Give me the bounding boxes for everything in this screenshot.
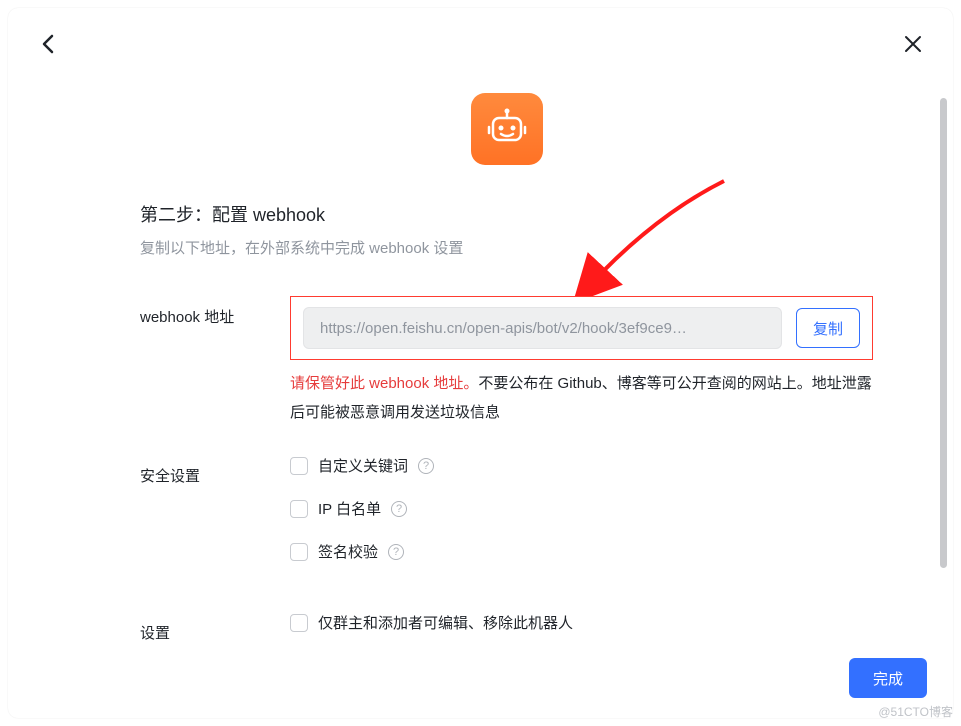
- security-content: 自定义关键词 ? IP 白名单 ? 签名校验 ?: [290, 455, 873, 584]
- webhook-label: webhook 地址: [140, 296, 290, 327]
- settings-content: 仅群主和添加者可编辑、移除此机器人: [290, 612, 873, 644]
- checkbox-sign[interactable]: [290, 543, 308, 561]
- security-option-ip: IP 白名单 ?: [290, 498, 873, 519]
- checkbox-ip[interactable]: [290, 500, 308, 518]
- step-subtitle: 复制以下地址，在外部系统中完成 webhook 设置: [140, 237, 873, 258]
- settings-row: 设置 仅群主和添加者可编辑、移除此机器人: [140, 612, 873, 644]
- modal-header: [8, 8, 953, 68]
- robot-glyph-icon: [485, 107, 529, 151]
- webhook-highlight-box: https://open.feishu.cn/open-apis/bot/v2/…: [290, 296, 873, 360]
- watermark-text: @51CTO博客: [878, 703, 953, 720]
- back-button[interactable]: [34, 30, 62, 58]
- help-icon[interactable]: ?: [388, 544, 404, 560]
- webhook-url-field[interactable]: https://open.feishu.cn/open-apis/bot/v2/…: [303, 307, 782, 349]
- modal-body: 第二步：配置 webhook 复制以下地址，在外部系统中完成 webhook 设…: [8, 68, 953, 644]
- config-modal: 第二步：配置 webhook 复制以下地址，在外部系统中完成 webhook 设…: [8, 8, 953, 718]
- checkbox-owner[interactable]: [290, 614, 308, 632]
- security-label: 安全设置: [140, 455, 290, 486]
- checkbox-label-ip: IP 白名单: [318, 498, 381, 519]
- scrollbar[interactable]: [940, 98, 947, 568]
- close-button[interactable]: [899, 30, 927, 58]
- modal-footer: 完成: [8, 644, 953, 718]
- chevron-left-icon: [41, 34, 55, 54]
- help-icon[interactable]: ?: [418, 458, 434, 474]
- checkbox-label-sign: 签名校验: [318, 541, 378, 562]
- security-row: 安全设置 自定义关键词 ? IP 白名单 ? 签名校验 ?: [140, 455, 873, 584]
- warning-red-text: 请保管好此 webhook 地址。: [290, 375, 478, 392]
- red-arrow-annotation: [574, 176, 734, 296]
- checkbox-label-owner: 仅群主和添加者可编辑、移除此机器人: [318, 612, 573, 633]
- checkbox-keywords[interactable]: [290, 457, 308, 475]
- done-button[interactable]: 完成: [849, 658, 927, 698]
- security-option-keywords: 自定义关键词 ?: [290, 455, 873, 476]
- copy-button[interactable]: 复制: [796, 308, 860, 348]
- webhook-row: webhook 地址 https://open.feishu.cn/open-a…: [140, 296, 873, 427]
- bot-icon-container: [140, 93, 873, 165]
- security-option-sign: 签名校验 ?: [290, 541, 873, 562]
- close-icon: [903, 34, 923, 54]
- robot-icon: [471, 93, 543, 165]
- webhook-content: https://open.feishu.cn/open-apis/bot/v2/…: [290, 296, 873, 427]
- help-icon[interactable]: ?: [391, 501, 407, 517]
- settings-label: 设置: [140, 612, 290, 643]
- webhook-warning: 请保管好此 webhook 地址。不要公布在 Github、博客等可公开查阅的网…: [290, 370, 873, 427]
- checkbox-label-keywords: 自定义关键词: [318, 455, 408, 476]
- step-title: 第二步：配置 webhook: [140, 201, 873, 227]
- settings-option-owner: 仅群主和添加者可编辑、移除此机器人: [290, 612, 873, 633]
